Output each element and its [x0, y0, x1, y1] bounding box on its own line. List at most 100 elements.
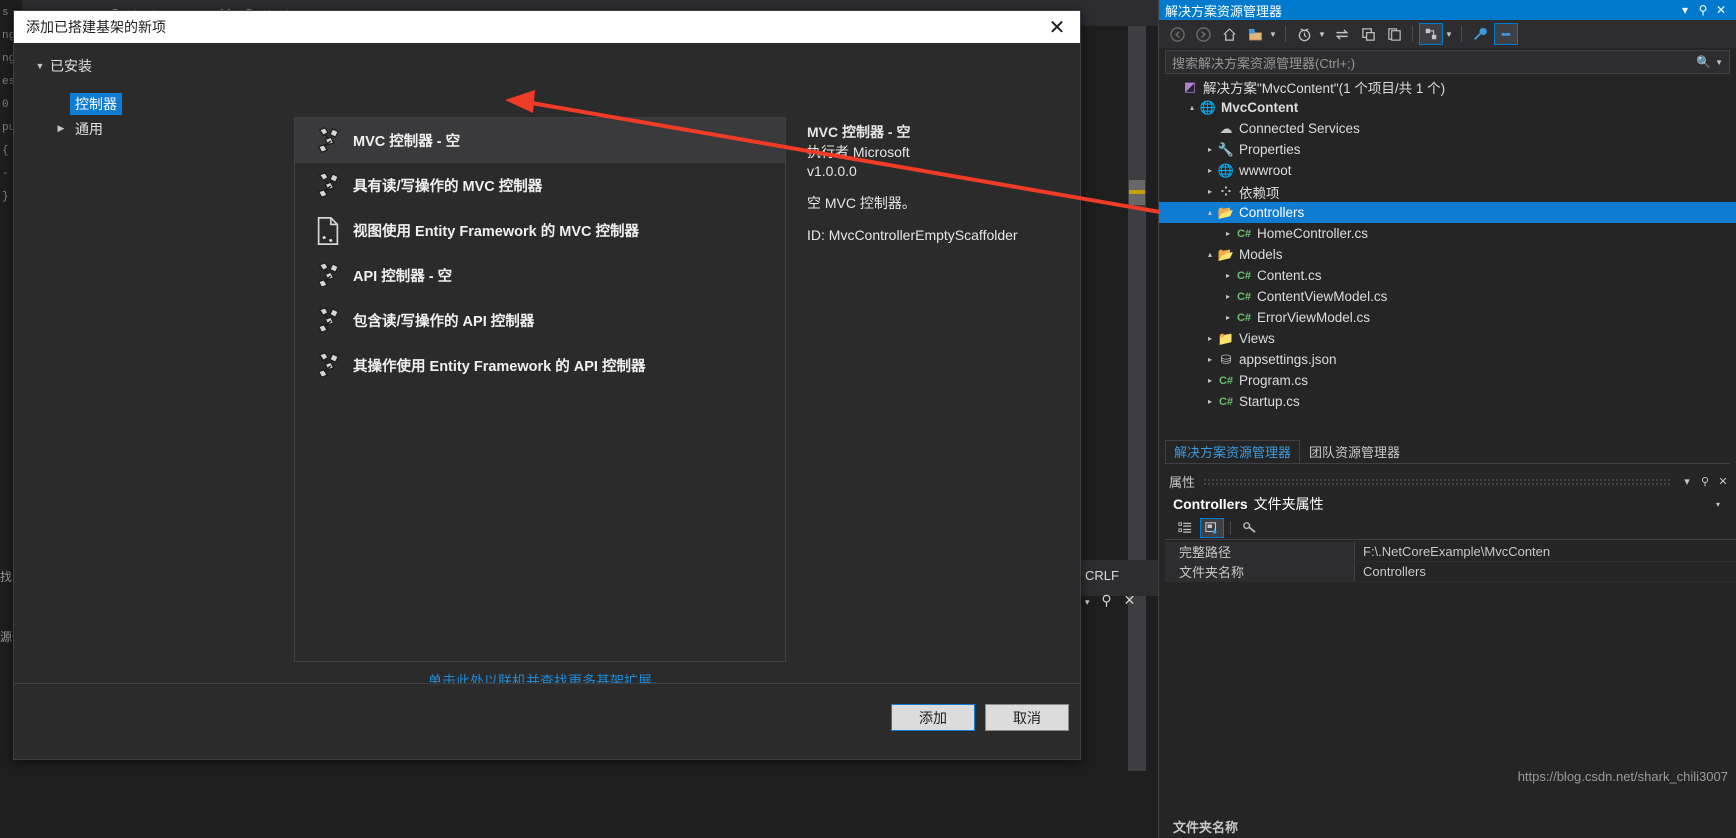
template-label: API 控制器 - 空: [353, 269, 453, 285]
editor-scrollbar[interactable]: [1128, 26, 1146, 771]
mvc-controller-icon: [307, 306, 349, 335]
chevron-right-icon[interactable]: ▸: [1221, 313, 1235, 322]
tree-item-mvccontent[interactable]: ▴ 🌐 MvcContent: [1159, 97, 1736, 118]
pin-icon[interactable]: ⚲: [1696, 475, 1714, 488]
tab-1[interactable]: 团队资源管理器: [1300, 440, 1410, 463]
category-list[interactable]: 控制器 ▶ 通用: [30, 91, 280, 141]
chevron-down-icon[interactable]: ▾: [1678, 475, 1696, 488]
chevron-right-icon[interactable]: ▸: [1221, 229, 1235, 238]
forward-arrow-icon[interactable]: [1191, 23, 1215, 45]
chevron-right-icon[interactable]: ▸: [1203, 166, 1217, 175]
property-value[interactable]: F:\.NetCoreExample\MvcConten: [1355, 542, 1736, 561]
template-details: MVC 控制器 - 空 执行者 Microsoft v1.0.0.0 空 MVC…: [807, 123, 1062, 245]
template-label: 具有读/写操作的 MVC 控制器: [353, 179, 543, 195]
pin-icon[interactable]: ⚲: [1694, 3, 1712, 17]
property-row[interactable]: 完整路径 F:\.NetCoreExample\MvcConten: [1165, 542, 1736, 562]
wrench-icon[interactable]: [1468, 23, 1492, 45]
tree-item-errorviewmodel-cs[interactable]: ▸ C# ErrorViewModel.cs: [1159, 307, 1736, 328]
template-item-2[interactable]: 视图使用 Entity Framework 的 MVC 控制器: [295, 208, 785, 253]
tree-item-wwwroot[interactable]: ▸ 🌐 wwwroot: [1159, 160, 1736, 181]
chevron-right-icon[interactable]: ▸: [1203, 397, 1217, 406]
property-grid[interactable]: 完整路径 F:\.NetCoreExample\MvcConten 文件夹名称 Con…: [1165, 542, 1736, 582]
sync-icon[interactable]: [1330, 23, 1354, 45]
chevron-down-icon[interactable]: ▼: [1715, 58, 1723, 67]
chevron-right-icon[interactable]: ▶: [52, 123, 70, 134]
tree-item-content-cs[interactable]: ▸ C# Content.cs: [1159, 265, 1736, 286]
tree-item-connected-services[interactable]: ☁ Connected Services: [1159, 118, 1736, 139]
tree-item-homecontroller-cs[interactable]: ▸ C# HomeController.cs: [1159, 223, 1736, 244]
installed-header[interactable]: ▼ 已安装: [30, 53, 280, 79]
chevron-down-icon[interactable]: ▼: [30, 61, 50, 71]
tree-item-program-cs[interactable]: ▸ C# Program.cs: [1159, 370, 1736, 391]
properties-window-icon[interactable]: [1382, 23, 1406, 45]
chevron-down-icon[interactable]: ▴: [1185, 103, 1199, 112]
chevron-down-icon[interactable]: ▼: [1445, 30, 1455, 39]
chevron-right-icon[interactable]: ▸: [1203, 355, 1217, 364]
template-item-0[interactable]: MVC 控制器 - 空: [295, 118, 785, 163]
chevron-down-icon[interactable]: ▼: [1269, 30, 1279, 39]
chevron-right-icon[interactable]: ▸: [1203, 145, 1217, 154]
chevron-down-icon[interactable]: ▾: [1716, 500, 1728, 509]
solution-explorer-search[interactable]: 搜索解决方案资源管理器(Ctrl+;) 🔍 ▼: [1165, 50, 1730, 74]
tree-item-views[interactable]: ▸ 📁 Views: [1159, 328, 1736, 349]
minimize-icon[interactable]: [1494, 23, 1518, 45]
refresh-folder-icon[interactable]: [1243, 23, 1267, 45]
categorized-view-icon[interactable]: [1173, 518, 1197, 538]
add-button[interactable]: 添加: [891, 704, 975, 731]
collapse-all-icon[interactable]: [1356, 23, 1380, 45]
line-ending-indicator[interactable]: CRLF: [1085, 568, 1119, 583]
search-icon[interactable]: 🔍: [1696, 55, 1711, 69]
back-arrow-icon[interactable]: [1165, 23, 1189, 45]
tree-item-label: ErrorViewModel.cs: [1257, 310, 1371, 325]
property-pages-icon[interactable]: [1237, 518, 1261, 538]
chevron-right-icon[interactable]: ▸: [1203, 334, 1217, 343]
tree-item-properties[interactable]: ▸ 🔧 Properties: [1159, 139, 1736, 160]
open-folder-icon: 📂: [1217, 246, 1235, 262]
tree-item-contentviewmodel-cs[interactable]: ▸ C# ContentViewModel.cs: [1159, 286, 1736, 307]
toolbar-separator: [1285, 26, 1286, 42]
chevron-down-icon[interactable]: ▴: [1203, 208, 1217, 217]
template-label: 其操作使用 Entity Framework 的 API 控制器: [353, 359, 646, 375]
tree-item-startup-cs[interactable]: ▸ C# Startup.cs: [1159, 391, 1736, 412]
close-icon[interactable]: ✕: [1124, 592, 1136, 608]
mvc-controller-icon: [307, 351, 349, 380]
category-item-0[interactable]: 控制器: [52, 91, 280, 116]
property-value[interactable]: Controllers: [1355, 562, 1736, 581]
template-item-5[interactable]: 其操作使用 Entity Framework 的 API 控制器: [295, 343, 785, 388]
chevron-right-icon[interactable]: ▸: [1203, 376, 1217, 385]
template-item-1[interactable]: 具有读/写操作的 MVC 控制器: [295, 163, 785, 208]
home-icon[interactable]: [1217, 23, 1241, 45]
solution-tree[interactable]: ◩ 解决方案"MvcContent"(1 个项目/共 1 个) ▴ 🌐 MvcConte…: [1159, 76, 1736, 434]
chevron-right-icon[interactable]: ▸: [1221, 271, 1235, 280]
chevron-down-icon[interactable]: ▾: [1085, 597, 1090, 607]
template-item-3[interactable]: API 控制器 - 空: [295, 253, 785, 298]
tree-item-appsettings-json[interactable]: ▸ ⛁ appsettings.json: [1159, 349, 1736, 370]
chevron-right-icon[interactable]: ▸: [1221, 292, 1235, 301]
tree-item--mvccontent-1-1-[interactable]: ◩ 解决方案"MvcContent"(1 个项目/共 1 个): [1159, 76, 1736, 97]
chevron-down-icon[interactable]: ▼: [1318, 30, 1328, 39]
property-row[interactable]: 文件夹名称 Controllers: [1165, 562, 1736, 582]
show-all-files-icon[interactable]: [1419, 23, 1443, 45]
pin-icon[interactable]: ⚲: [1101, 592, 1111, 608]
web-project-icon: 🌐: [1199, 99, 1217, 115]
chevron-right-icon[interactable]: ▸: [1203, 187, 1217, 196]
pending-changes-icon[interactable]: [1292, 23, 1316, 45]
tree-item-models[interactable]: ▴ 📂 Models: [1159, 244, 1736, 265]
close-icon[interactable]: ✕: [1034, 11, 1080, 43]
tree-item--[interactable]: ▸ ⁘ 依赖项: [1159, 181, 1736, 202]
cancel-button[interactable]: 取消: [985, 704, 1069, 731]
chevron-down-icon[interactable]: ▴: [1203, 250, 1217, 259]
close-icon[interactable]: ✕: [1714, 475, 1732, 488]
properties-footer-label: 文件夹名称: [1173, 820, 1239, 835]
template-label: 包含读/写操作的 API 控制器: [353, 314, 535, 330]
category-item-1[interactable]: ▶ 通用: [52, 116, 280, 141]
tree-item-controllers[interactable]: ▴ 📂 Controllers: [1159, 202, 1736, 223]
search-input-placeholder[interactable]: 搜索解决方案资源管理器(Ctrl+;): [1172, 53, 1692, 72]
chevron-down-icon[interactable]: ▾: [1676, 3, 1694, 17]
properties-subject-name: Controllers: [1173, 496, 1248, 512]
tab-0[interactable]: 解决方案资源管理器: [1165, 440, 1301, 463]
alphabetical-view-icon[interactable]: [1200, 517, 1224, 538]
template-item-4[interactable]: 包含读/写操作的 API 控制器: [295, 298, 785, 343]
close-icon[interactable]: ✕: [1712, 3, 1730, 17]
template-list[interactable]: MVC 控制器 - 空具有读/写操作的 MVC 控制器视图使用 Entity F…: [294, 117, 786, 662]
